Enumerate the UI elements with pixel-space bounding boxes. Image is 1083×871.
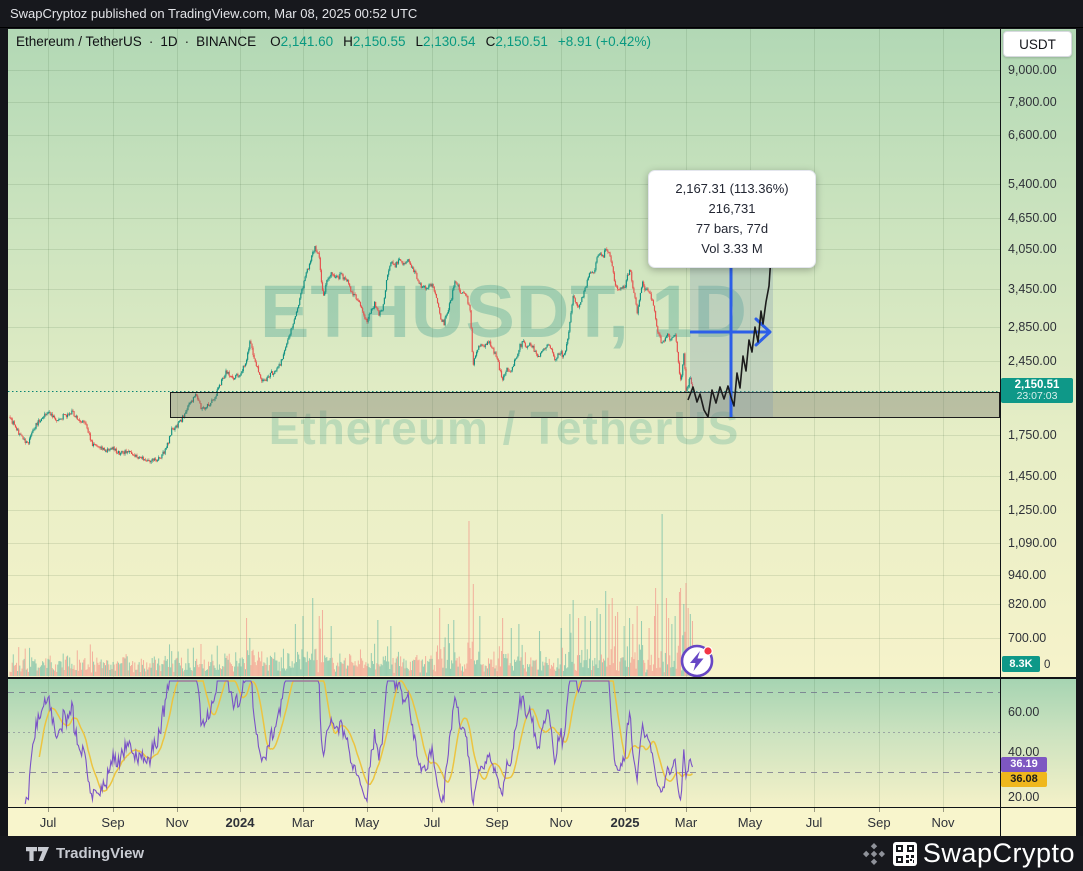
separator-dot: · xyxy=(148,34,154,49)
time-axis-label: May xyxy=(737,815,763,830)
time-axis-label: Sep xyxy=(867,815,891,830)
high-value: 2,150.55 xyxy=(352,34,406,49)
price-axis-label: 7,800.00 xyxy=(1008,95,1057,109)
price-axis-label: 1,450.00 xyxy=(1008,469,1057,483)
measure-gain: 2,167.31 (113.36%) 216,731 xyxy=(675,181,789,216)
measure-bars: 77 bars, 77d xyxy=(695,221,769,236)
rsi-value-badge: 36.08 xyxy=(1001,772,1047,787)
interval[interactable]: 1D xyxy=(160,34,177,49)
pane-separator[interactable] xyxy=(8,677,1076,679)
time-axis-tick xyxy=(113,808,114,812)
price-axis-label: 1,250.00 xyxy=(1008,503,1057,517)
time-axis-tick xyxy=(497,808,498,812)
swapcrypto-label: SwapCrypto xyxy=(922,838,1075,868)
time-axis-label: Nov xyxy=(549,815,573,830)
time-axis-label: Jul xyxy=(805,815,823,830)
time-axis-tick xyxy=(561,808,562,812)
time-axis-label: 2025 xyxy=(610,815,640,830)
measure-volume: Vol 3.33 M xyxy=(701,241,763,256)
price-axis-label: 700.00 xyxy=(1008,631,1047,645)
symbol-name[interactable]: Ethereum / TetherUS xyxy=(16,34,142,49)
rsi-axis-label: 20.00 xyxy=(1008,790,1040,804)
price-axis-label: 3,450.00 xyxy=(1008,282,1057,296)
qr-code-icon xyxy=(892,841,917,866)
price-axis-label: 1,750.00 xyxy=(1008,428,1057,442)
time-axis-tick xyxy=(303,808,304,812)
price-axis-label: 4,650.00 xyxy=(1008,211,1057,225)
tradingview-icon xyxy=(26,846,49,861)
rsi-axis-label: 60.00 xyxy=(1008,705,1040,719)
support-zone-rectangle[interactable] xyxy=(170,392,1000,418)
price-change: +8.91 (+0.42%) xyxy=(557,34,651,49)
low-value: 2,130.54 xyxy=(423,34,476,49)
time-axis-label: 2024 xyxy=(225,815,255,830)
time-axis-tick xyxy=(240,808,241,812)
tradingview-label: TradingView xyxy=(56,845,145,862)
ohlc-values: O2,141.60 H2,150.55 L2,130.54 C2,150.51 xyxy=(270,34,548,49)
time-axis-tick xyxy=(750,808,751,812)
chart-area: ETHUSDT, 1D Ethereum / TetherUS 2,167.31… xyxy=(8,29,1076,836)
time-axis-label: Sep xyxy=(485,815,509,830)
time-axis-label: May xyxy=(354,815,380,830)
footer-bar: TradingView SwapCrypto xyxy=(0,836,1083,871)
time-axis-tick xyxy=(625,808,626,812)
price-axis-label: 1,090.00 xyxy=(1008,536,1057,550)
publish-info-bar: SwapCryptoz published on TradingView.com… xyxy=(0,0,1083,28)
notification-dot xyxy=(703,646,713,656)
price-axis-label: 2,450.00 xyxy=(1008,354,1057,368)
close-value: 2,150.51 xyxy=(495,34,548,49)
price-axis-label: 2,850.00 xyxy=(1008,320,1057,334)
measure-tooltip: 2,167.31 (113.36%) 216,731 77 bars, 77d … xyxy=(648,170,816,268)
volume-badge: 8.3K xyxy=(1002,656,1040,672)
time-axis-label: Jul xyxy=(423,815,441,830)
volume-zero-label: 0 xyxy=(1044,659,1051,671)
time-axis-tick xyxy=(814,808,815,812)
time-axis-label: Mar xyxy=(291,815,315,830)
time-axis-tick xyxy=(177,808,178,812)
binance-diamond-icon xyxy=(862,842,885,865)
price-axis-label: 5,400.00 xyxy=(1008,177,1057,191)
high-label: H xyxy=(343,34,353,49)
price-axis-label: 4,050.00 xyxy=(1008,242,1057,256)
current-price-badge: 2,150.51 23:07:03 xyxy=(1001,378,1073,403)
bar-countdown: 23:07:03 xyxy=(1016,390,1058,402)
time-axis-label: Nov xyxy=(931,815,955,830)
time-axis-tick xyxy=(432,808,433,812)
price-axis-label: 820.00 xyxy=(1008,597,1047,611)
publish-info-text: SwapCryptoz published on TradingView.com… xyxy=(10,6,418,21)
low-label: L xyxy=(415,34,423,49)
symbol-header[interactable]: Ethereum / TetherUS · 1D · BINANCE O2,14… xyxy=(16,34,651,49)
price-axis-label: 940.00 xyxy=(1008,568,1047,582)
exchange: BINANCE xyxy=(196,34,257,49)
currency-toggle-button[interactable]: USDT xyxy=(1003,31,1072,57)
open-label: O xyxy=(270,34,281,49)
price-axis-label: 9,000.00 xyxy=(1008,63,1057,77)
price-axis-label: 6,600.00 xyxy=(1008,128,1057,142)
time-axis-tick xyxy=(367,808,368,812)
chart-canvas[interactable] xyxy=(8,29,1000,836)
time-axis-label: Sep xyxy=(101,815,125,830)
price-axis-border xyxy=(1000,29,1001,836)
time-axis-label: Mar xyxy=(674,815,698,830)
tradingview-published-chart: { "top_bar": {"text": "SwapCryptoz publi… xyxy=(0,0,1083,871)
separator-dot: · xyxy=(184,34,190,49)
swapcrypto-brand[interactable]: SwapCrypto xyxy=(861,838,1075,869)
time-axis-tick xyxy=(48,808,49,812)
zigzag-forecast-arrow[interactable] xyxy=(686,249,786,424)
time-axis-label: Jul xyxy=(39,815,57,830)
open-value: 2,141.60 xyxy=(280,34,334,49)
tradingview-logo[interactable]: TradingView xyxy=(26,845,144,862)
time-axis-tick xyxy=(943,808,944,812)
time-axis-tick xyxy=(686,808,687,812)
lightning-idea-icon[interactable] xyxy=(678,642,716,680)
axis-separator xyxy=(8,807,1076,808)
close-label: C xyxy=(485,34,496,49)
time-axis-label: Nov xyxy=(165,815,189,830)
rsi-value-badge: 36.19 xyxy=(1001,757,1047,772)
time-axis-tick xyxy=(879,808,880,812)
